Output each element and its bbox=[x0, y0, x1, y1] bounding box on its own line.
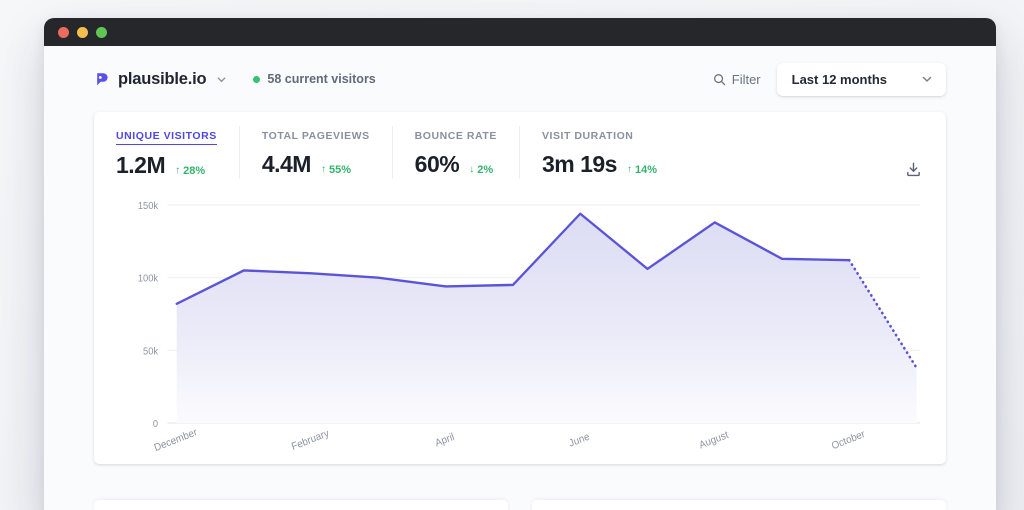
live-indicator-dot bbox=[253, 75, 261, 83]
app-viewport: plausible.io 58 current visitors Filter bbox=[44, 46, 996, 510]
y-tick-label: 50k bbox=[143, 346, 158, 357]
chart-y-axis: 150k 100k 50k 0 bbox=[138, 201, 158, 430]
date-range-picker[interactable]: Last 12 months bbox=[776, 62, 946, 96]
search-icon bbox=[713, 73, 726, 86]
filter-label: Filter bbox=[731, 71, 761, 87]
arrow-up-icon: ↑ bbox=[320, 164, 326, 175]
x-tick-label: August bbox=[698, 430, 730, 452]
chart-series-unique-visitors bbox=[175, 212, 918, 423]
metric-change: ↑ 14% bbox=[627, 164, 657, 176]
page-root: plausible.io 58 current visitors Filter bbox=[0, 0, 1024, 510]
metric-label: VISIT DURATION bbox=[541, 130, 634, 142]
bottom-card-right[interactable] bbox=[532, 500, 946, 510]
chevron-down-icon bbox=[921, 73, 933, 85]
browser-window: plausible.io 58 current visitors Filter bbox=[44, 18, 996, 510]
metrics-row: UNIQUE VISITORS 1.2M ↑ 28% TOTAL PAGEVIE… bbox=[94, 112, 946, 179]
site-switcher[interactable]: plausible.io bbox=[94, 70, 227, 89]
metric-value: 3m 19s bbox=[541, 151, 618, 177]
x-tick-label: June bbox=[568, 431, 592, 450]
window-close-button[interactable] bbox=[58, 26, 69, 38]
metric-change: ↑ 55% bbox=[321, 164, 351, 176]
arrow-up-icon: ↑ bbox=[175, 165, 181, 176]
metric-bounce-rate[interactable]: BOUNCE RATE 60% ↓ 2% bbox=[391, 126, 519, 179]
x-tick-label: February bbox=[290, 428, 331, 453]
y-tick-label: 100k bbox=[138, 273, 158, 284]
metric-value: 4.4M bbox=[261, 151, 312, 177]
dashboard-topbar: plausible.io 58 current visitors Filter bbox=[72, 46, 968, 112]
chart-x-axis: December February April June August October bbox=[153, 427, 867, 454]
metric-unique-visitors[interactable]: UNIQUE VISITORS 1.2M ↑ 28% bbox=[94, 126, 239, 179]
bottom-card-left[interactable] bbox=[94, 500, 508, 510]
metric-visit-duration[interactable]: VISIT DURATION 3m 19s ↑ 14% bbox=[518, 126, 679, 179]
metric-total-pageviews[interactable]: TOTAL PAGEVIEWS 4.4M ↑ 55% bbox=[238, 126, 392, 179]
metric-value: 1.2M bbox=[116, 152, 166, 178]
y-tick-label: 150k bbox=[138, 201, 158, 212]
plausible-logo-icon bbox=[94, 72, 109, 87]
metric-values: 60% ↓ 2% bbox=[415, 151, 497, 178]
window-maximize-button[interactable] bbox=[96, 26, 107, 38]
x-tick-label: April bbox=[434, 432, 456, 450]
current-visitors-label: 58 current visitors bbox=[267, 72, 376, 86]
bottom-cards-row bbox=[94, 500, 946, 510]
window-minimize-button[interactable] bbox=[77, 26, 88, 38]
visitor-chart[interactable]: 150k 100k 50k 0 December February April Jun… bbox=[94, 179, 946, 459]
metric-label: UNIQUE VISITORS bbox=[116, 130, 217, 145]
metric-change-value: 14% bbox=[634, 164, 657, 176]
date-range-label: Last 12 months bbox=[791, 71, 887, 87]
topbar-controls: Filter Last 12 months bbox=[713, 62, 946, 96]
visitor-graph-card: UNIQUE VISITORS 1.2M ↑ 28% TOTAL PAGEVIE… bbox=[94, 112, 946, 464]
metric-value: 60% bbox=[414, 151, 460, 177]
metric-change: ↓ 2% bbox=[469, 164, 493, 176]
filter-button[interactable]: Filter bbox=[713, 72, 761, 87]
current-visitors[interactable]: 58 current visitors bbox=[253, 72, 376, 86]
chart-svg: 150k 100k 50k 0 December February April Jun… bbox=[138, 201, 921, 454]
y-tick-label: 0 bbox=[153, 419, 158, 430]
arrow-down-icon: ↓ bbox=[469, 164, 475, 175]
window-titlebar bbox=[44, 18, 996, 46]
chart-area-fill bbox=[176, 213, 917, 423]
metric-change-value: 2% bbox=[477, 164, 494, 176]
metric-change: ↑ 28% bbox=[175, 165, 205, 177]
metric-change-value: 28% bbox=[183, 165, 206, 177]
metric-label: TOTAL PAGEVIEWS bbox=[261, 130, 370, 142]
x-tick-label: December bbox=[153, 427, 200, 454]
metric-values: 4.4M ↑ 55% bbox=[262, 151, 370, 178]
chevron-down-icon[interactable] bbox=[216, 74, 227, 85]
x-tick-label: October bbox=[830, 429, 867, 453]
metric-values: 3m 19s ↑ 14% bbox=[542, 151, 657, 178]
metric-label: BOUNCE RATE bbox=[414, 130, 497, 142]
metric-change-value: 55% bbox=[328, 164, 351, 176]
site-name: plausible.io bbox=[118, 69, 207, 88]
metric-values: 1.2M ↑ 28% bbox=[116, 152, 217, 179]
arrow-up-icon: ↑ bbox=[626, 164, 632, 175]
download-icon[interactable] bbox=[902, 158, 924, 180]
